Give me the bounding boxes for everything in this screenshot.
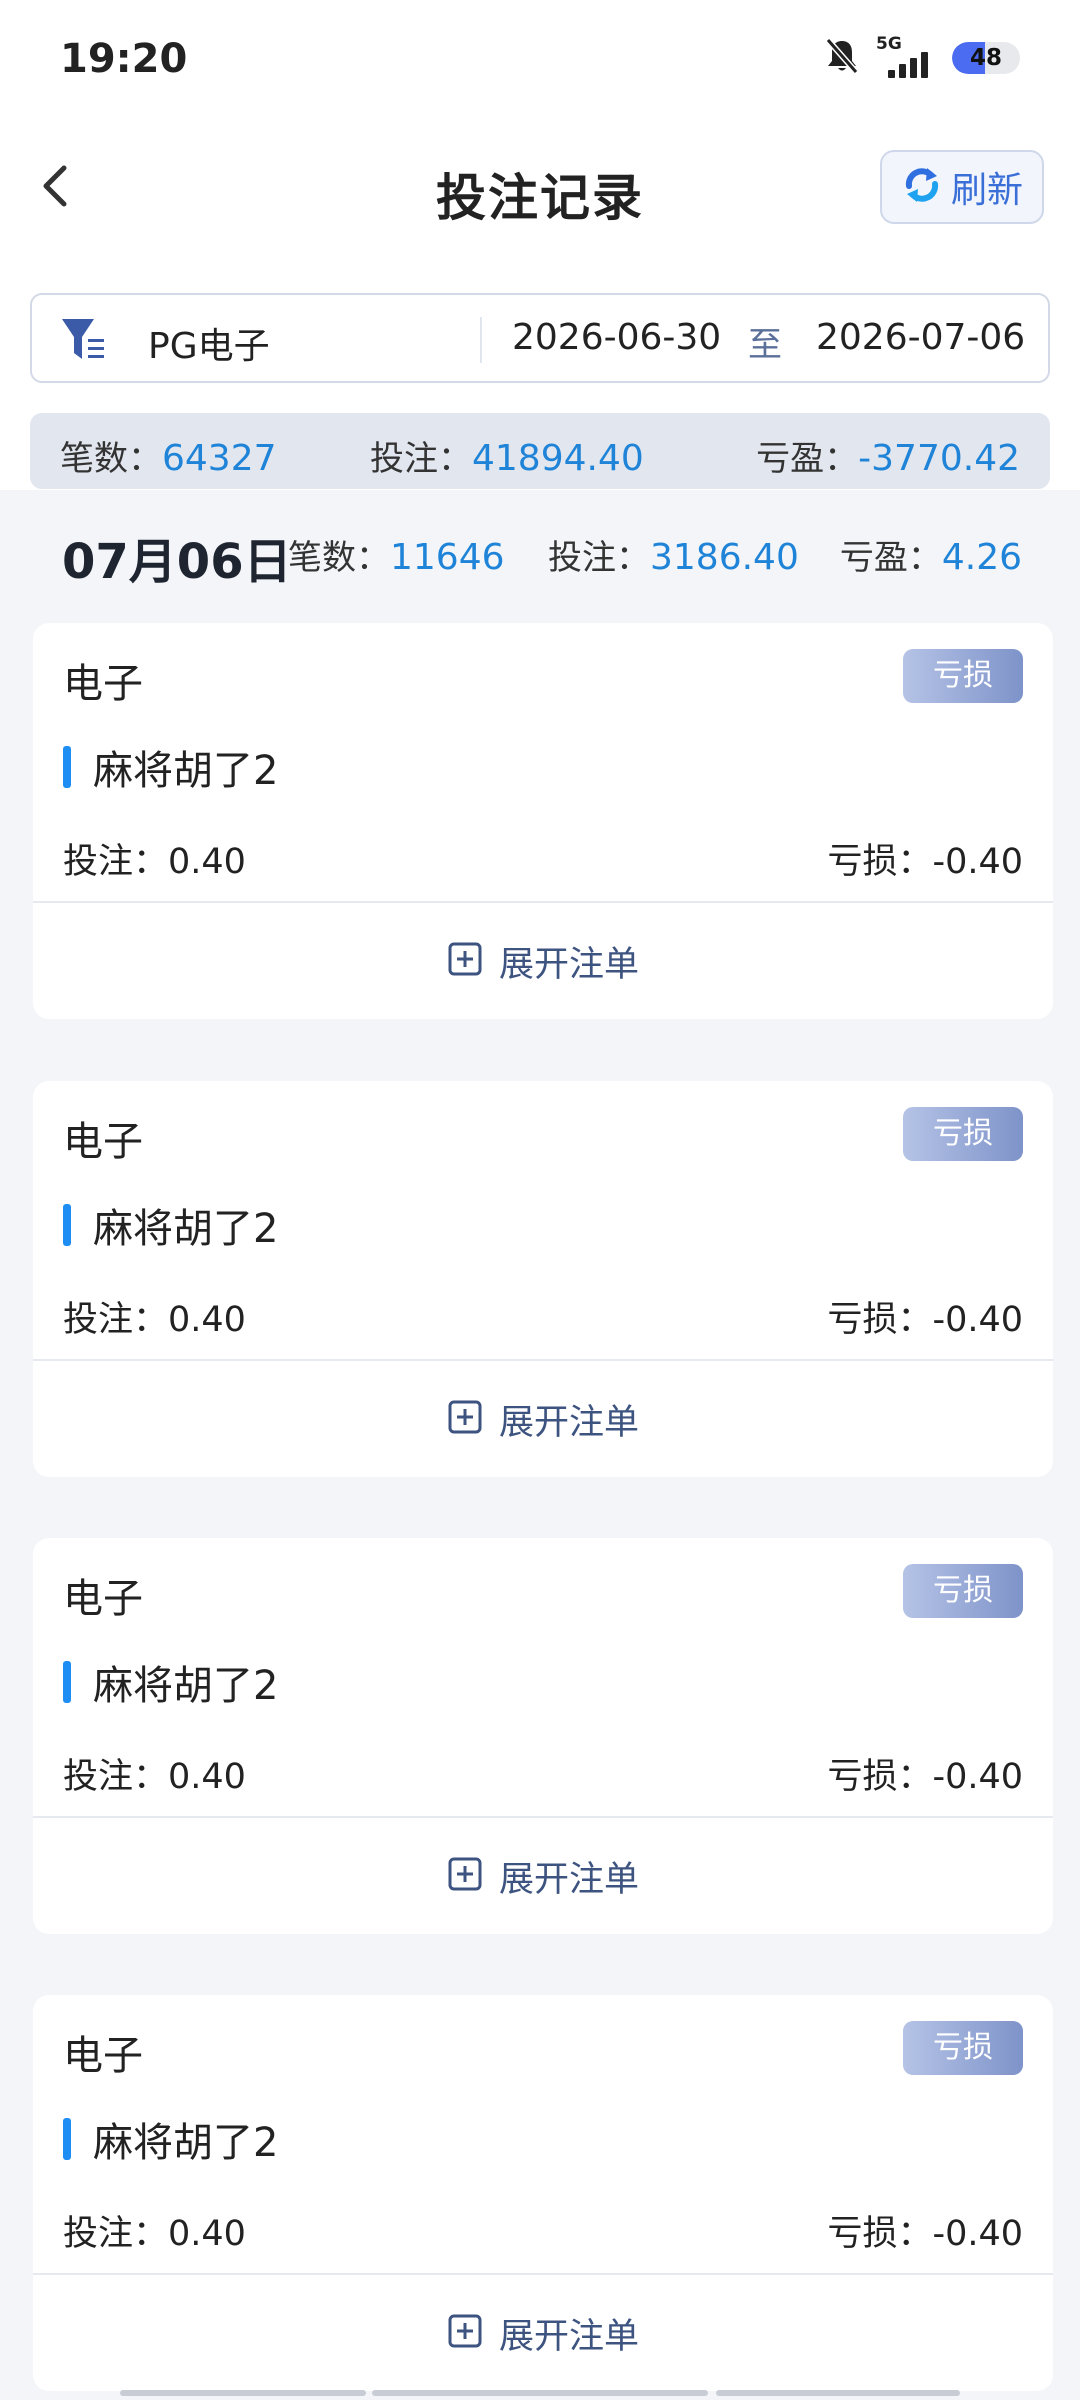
day-count: 笔数：11646 [288, 537, 505, 578]
record-card: 电子 亏损 麻将胡了2 投注：0.40 亏损：-0.40 展开注单 [33, 1995, 1053, 2391]
day-date: 07月06日 [62, 534, 292, 590]
bell-muted-icon [822, 36, 862, 80]
game-row: 麻将胡了2 [63, 1658, 278, 1709]
refresh-icon [901, 164, 943, 210]
day-summary: 07月06日 笔数：11646 投注：3186.40 亏盈：4.26 [0, 490, 1080, 620]
result-amount: 亏损：-0.40 [827, 1757, 1023, 1797]
bet-amount: 投注：0.40 [63, 842, 246, 882]
total-bet: 投注：41894.40 [370, 438, 644, 479]
result-amount: 亏损：-0.40 [827, 1300, 1023, 1340]
expand-bets-button[interactable]: 展开注单 [33, 1818, 1053, 1934]
signal-5g-icon: 5G [876, 34, 938, 78]
game-name: 麻将胡了2 [93, 1206, 279, 1252]
expand-bets-button[interactable]: 展开注单 [33, 1361, 1053, 1477]
expand-label: 展开注单 [498, 944, 639, 985]
expand-label: 展开注单 [498, 1859, 639, 1900]
day-profit: 亏盈：4.26 [839, 537, 1022, 578]
refresh-label: 刷新 [950, 170, 1023, 211]
result-amount: 亏损：-0.40 [827, 2214, 1023, 2254]
game-name: 麻将胡了2 [93, 2120, 279, 2166]
battery-icon: 48 [952, 42, 1020, 74]
status-icons: 5G 48 [822, 34, 1020, 80]
total-profit: 亏盈：-3770.42 [756, 438, 1020, 479]
day-bet: 投注：3186.40 [548, 537, 799, 578]
accent-bar [63, 1661, 71, 1703]
scroll-indicator [716, 2390, 960, 2396]
bet-amount: 投注：0.40 [63, 1300, 246, 1340]
filter-bar: PG电子 2026-06-30 至 2026-07-06 [30, 293, 1050, 383]
accent-bar [63, 2118, 71, 2160]
filter-divider [480, 317, 482, 363]
totals-summary: 笔数：64327 投注：41894.40 亏盈：-3770.42 [30, 413, 1050, 489]
game-name: 麻将胡了2 [93, 1663, 279, 1709]
record-category: 电子 [63, 1119, 143, 1165]
game-filter-select[interactable]: PG电子 [148, 317, 270, 369]
status-badge: 亏损 [903, 649, 1023, 703]
record-category: 电子 [63, 661, 143, 707]
plus-square-icon [447, 1856, 483, 1896]
record-category: 电子 [63, 2033, 143, 2079]
game-row: 麻将胡了2 [63, 743, 278, 794]
expand-label: 展开注单 [498, 1402, 639, 1443]
date-separator: 至 [748, 325, 782, 365]
status-badge: 亏损 [903, 1564, 1023, 1618]
scroll-indicator [372, 2390, 708, 2396]
bet-amount: 投注：0.40 [63, 2214, 246, 2254]
expand-bets-button[interactable]: 展开注单 [33, 2275, 1053, 2391]
game-row: 麻将胡了2 [63, 2115, 278, 2166]
plus-square-icon [447, 1399, 483, 1439]
refresh-button[interactable]: 刷新 [880, 150, 1044, 224]
status-badge: 亏损 [903, 2021, 1023, 2075]
status-time: 19:20 [60, 36, 188, 82]
date-start-input[interactable]: 2026-06-30 [512, 317, 721, 358]
result-amount: 亏损：-0.40 [827, 842, 1023, 882]
status-badge: 亏损 [903, 1107, 1023, 1161]
expand-label: 展开注单 [498, 2316, 639, 2357]
game-name: 麻将胡了2 [93, 748, 279, 794]
game-row: 麻将胡了2 [63, 1201, 278, 1252]
record-card: 电子 亏损 麻将胡了2 投注：0.40 亏损：-0.40 展开注单 [33, 623, 1053, 1019]
plus-square-icon [447, 2313, 483, 2353]
accent-bar [63, 1204, 71, 1246]
scroll-indicator [120, 2390, 366, 2396]
record-card: 电子 亏损 麻将胡了2 投注：0.40 亏损：-0.40 展开注单 [33, 1081, 1053, 1477]
expand-bets-button[interactable]: 展开注单 [33, 903, 1053, 1019]
total-count: 笔数：64327 [60, 438, 277, 479]
plus-square-icon [447, 941, 483, 981]
accent-bar [63, 746, 71, 788]
filter-icon[interactable] [60, 317, 108, 363]
bet-amount: 投注：0.40 [63, 1757, 246, 1797]
record-category: 电子 [63, 1576, 143, 1622]
record-card: 电子 亏损 麻将胡了2 投注：0.40 亏损：-0.40 展开注单 [33, 1538, 1053, 1934]
date-end-input[interactable]: 2026-07-06 [816, 317, 1025, 358]
